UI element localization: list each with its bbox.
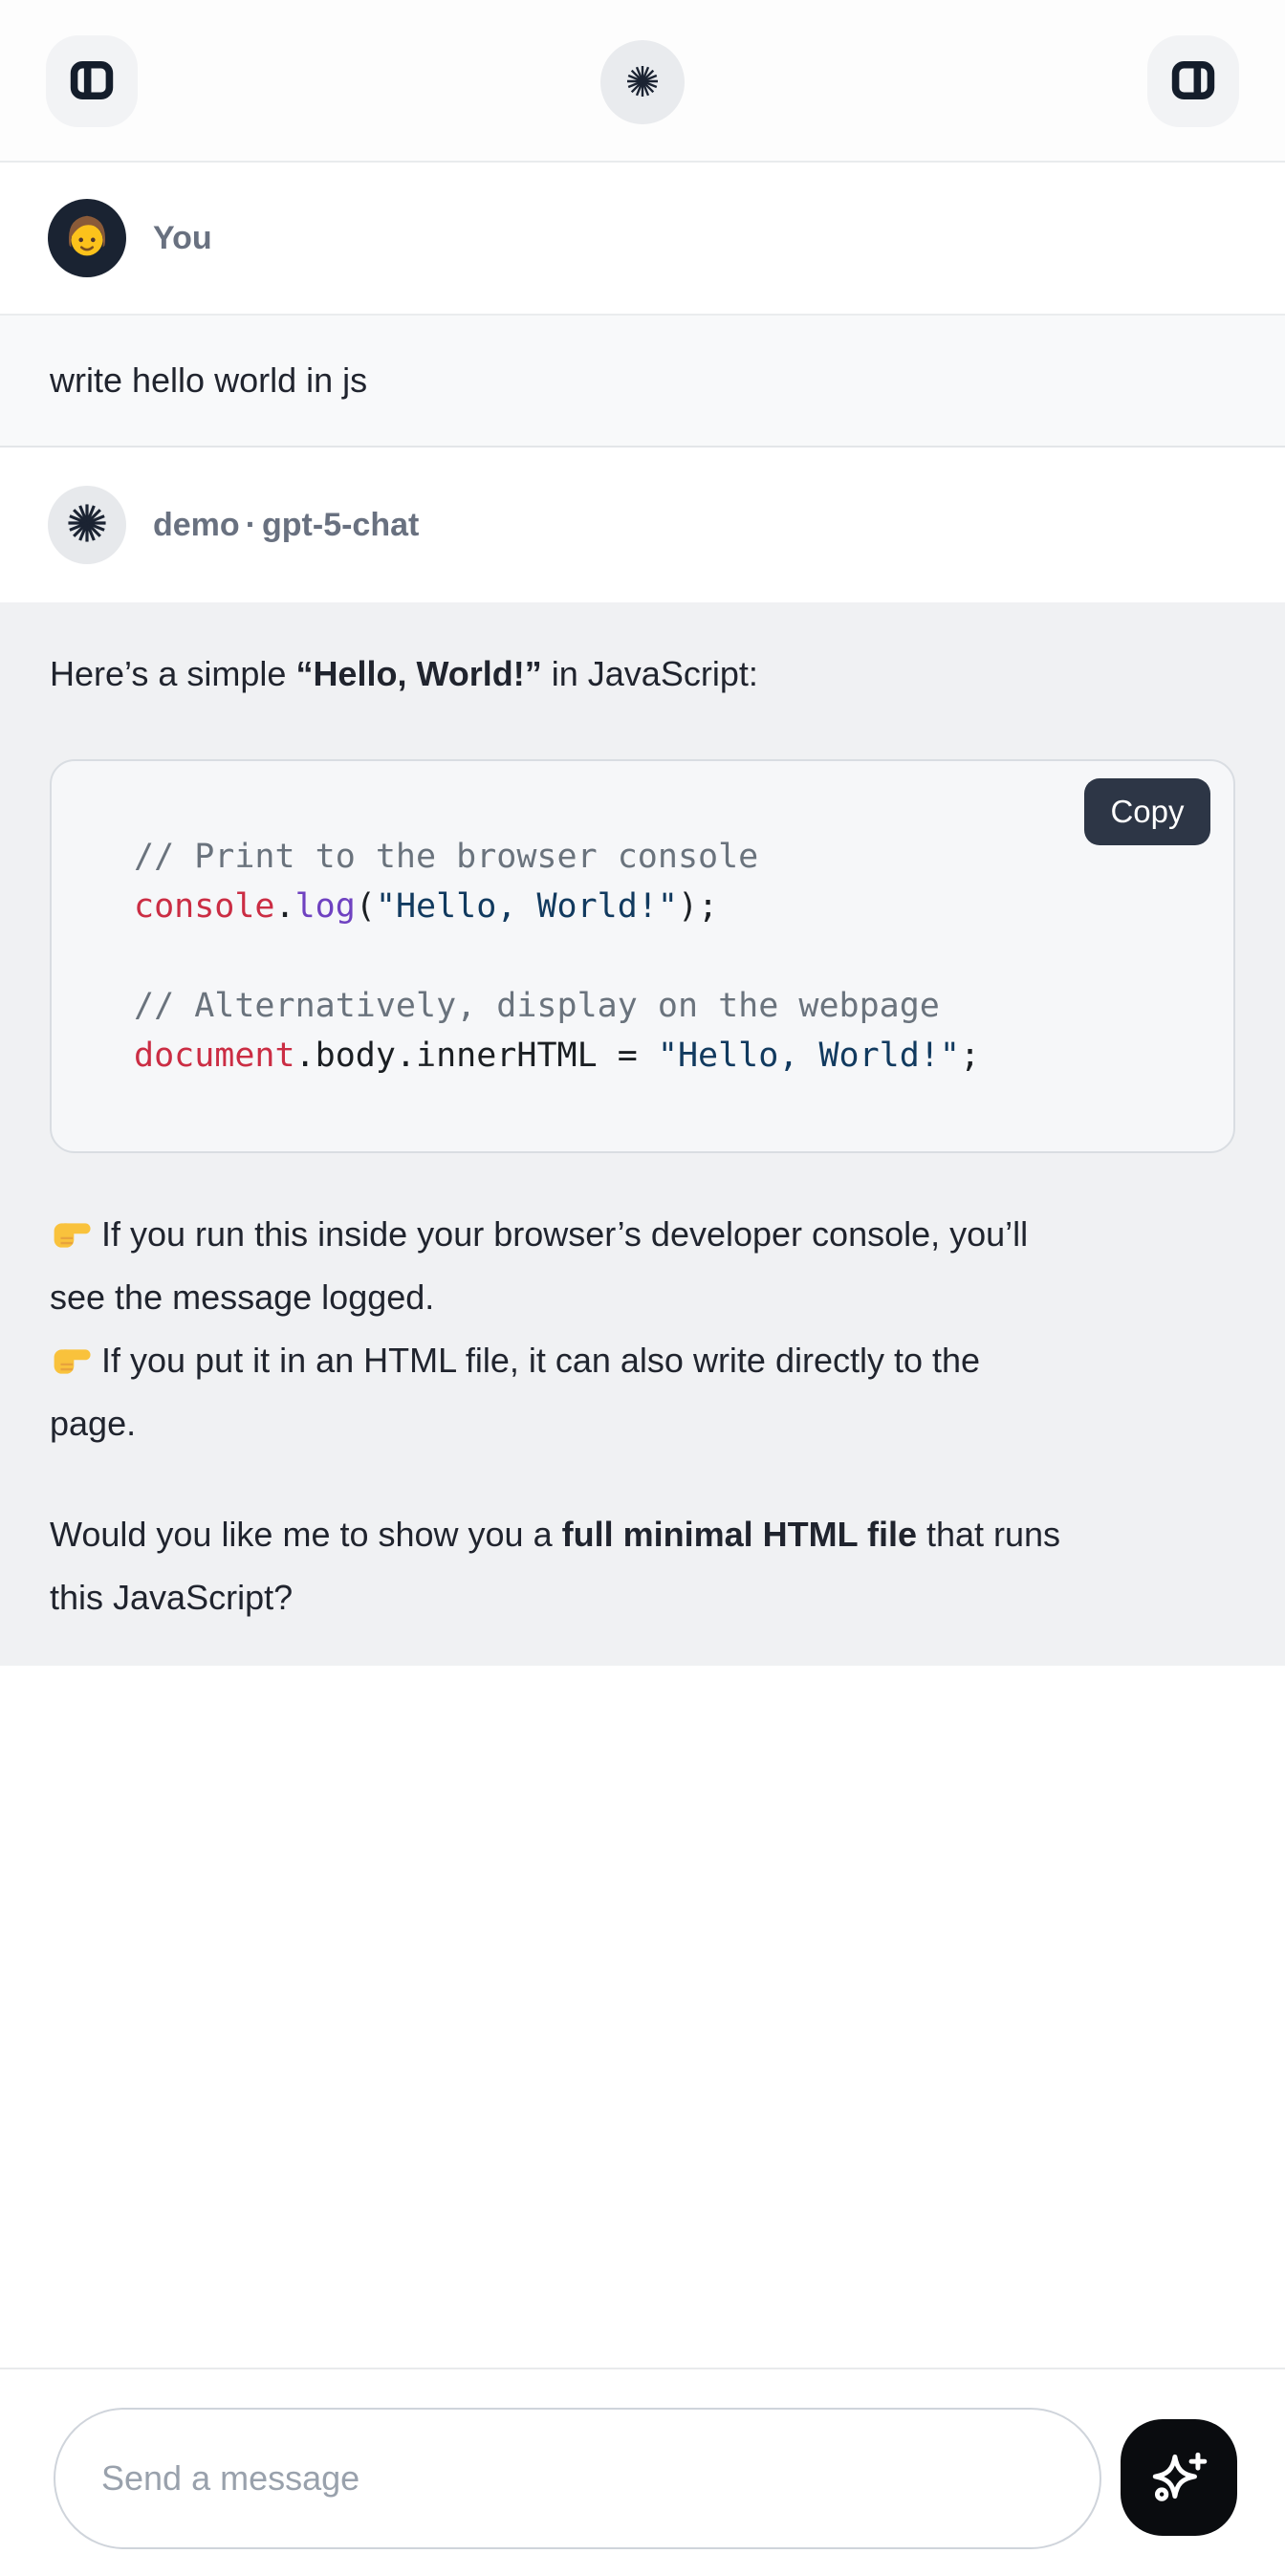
code-content: // Print to the browser consoleconsole.l… bbox=[52, 761, 1233, 1151]
user-avatar bbox=[48, 199, 126, 277]
intro-paragraph: Here’s a simple “Hello, World!” in JavaS… bbox=[50, 643, 1235, 706]
code-line: document.body.innerHTML = "Hello, World!… bbox=[134, 1031, 1195, 1081]
send-button[interactable] bbox=[1121, 2419, 1237, 2536]
question-line: this JavaScript? bbox=[50, 1566, 1235, 1629]
user-message-text: write hello world in js bbox=[50, 360, 367, 401]
code-line: console.log("Hello, World!"); bbox=[134, 882, 1195, 931]
top-bar bbox=[0, 0, 1285, 163]
assistant-message-header: demo·gpt-5-chat bbox=[0, 448, 1285, 602]
assistant-avatar bbox=[48, 486, 126, 564]
tip-line: If you run this inside your browser’s de… bbox=[50, 1203, 1235, 1266]
user-message-header: You bbox=[0, 163, 1285, 314]
code-block: Copy // Print to the browser consolecons… bbox=[50, 759, 1235, 1153]
panel-left-icon bbox=[67, 55, 117, 108]
assistant-message: Here’s a simple “Hello, World!” in JavaS… bbox=[0, 602, 1285, 1666]
question-line: Would you like me to show you a full min… bbox=[50, 1503, 1235, 1566]
code-line: // Alternatively, display on the webpage bbox=[134, 981, 1195, 1031]
panel-right-icon bbox=[1168, 55, 1218, 108]
assistant-model: gpt-5-chat bbox=[262, 507, 419, 543]
sparkle-icon bbox=[1147, 2445, 1210, 2511]
starburst-icon bbox=[625, 64, 660, 101]
code-line: // Print to the browser console bbox=[134, 832, 1195, 882]
user-sender-label: You bbox=[153, 220, 212, 257]
code-line bbox=[134, 931, 1195, 981]
question-paragraph: Would you like me to show you a full min… bbox=[50, 1503, 1235, 1629]
intro-bold: “Hello, World!” bbox=[295, 654, 541, 693]
pointing-right-emoji-icon bbox=[50, 1336, 94, 1380]
pointing-right-emoji-icon bbox=[50, 1210, 94, 1254]
tips-paragraph: If you run this inside your browser’s de… bbox=[50, 1203, 1235, 1455]
separator-dot: · bbox=[240, 507, 262, 543]
assistant-sender-label: demo·gpt-5-chat bbox=[153, 507, 419, 544]
sidebar-toggle-button[interactable] bbox=[46, 35, 138, 127]
tip-line: page. bbox=[50, 1392, 1235, 1455]
starburst-icon bbox=[66, 502, 108, 549]
user-message: write hello world in js bbox=[0, 314, 1285, 448]
message-input[interactable] bbox=[54, 2408, 1101, 2549]
intro-pre: Here’s a simple bbox=[50, 654, 295, 693]
copy-button[interactable]: Copy bbox=[1084, 778, 1210, 845]
assistant-name: demo bbox=[153, 507, 240, 543]
intro-post: in JavaScript: bbox=[542, 654, 758, 693]
model-button[interactable] bbox=[600, 40, 685, 124]
tip-line: If you put it in an HTML file, it can al… bbox=[50, 1329, 1235, 1392]
tip-line: see the message logged. bbox=[50, 1266, 1235, 1329]
person-emoji-icon bbox=[57, 207, 117, 271]
composer-bar bbox=[0, 2368, 1285, 2576]
panel-toggle-button[interactable] bbox=[1147, 35, 1239, 127]
chat-app: You write hello world in js demo·gpt-5-c… bbox=[0, 0, 1285, 2576]
